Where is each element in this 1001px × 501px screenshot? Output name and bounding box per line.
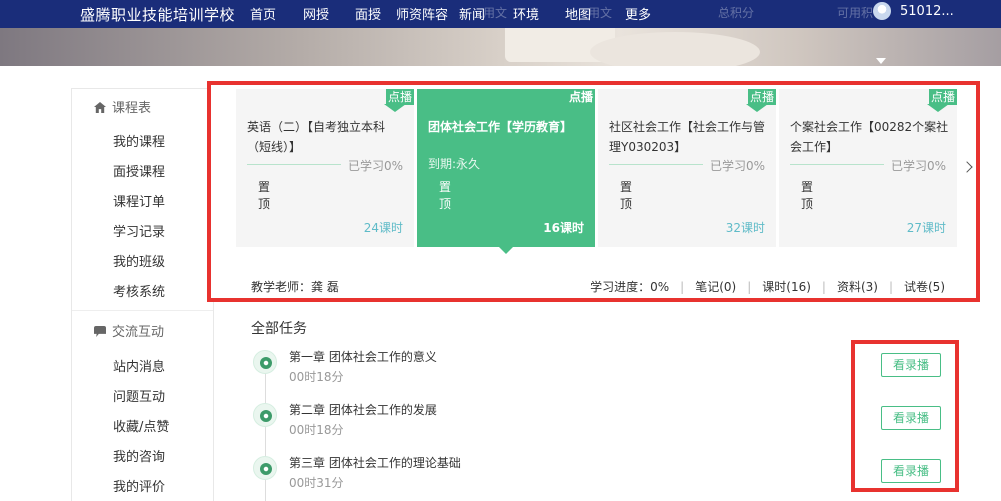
sidebar-section-interaction[interactable]: 交流互动 xyxy=(94,321,164,340)
active-pointer-icon xyxy=(499,247,513,254)
video-icon xyxy=(253,350,277,374)
pin-top-button[interactable]: 置顶 xyxy=(439,179,453,213)
notes-link[interactable]: 笔记(0) xyxy=(695,278,736,295)
course-card[interactable]: 点播 社区社会工作【社会工作与管理Y030203】 已学习0% 置顶 32课时 xyxy=(598,89,776,247)
sidebar: 课程表 我的课程 面授课程 课程订单 学习记录 我的班级 考核系统 交流互动 站… xyxy=(71,88,214,501)
tasks-title: 全部任务 xyxy=(251,321,307,337)
sidebar-section-courses[interactable]: 课程表 xyxy=(94,97,151,116)
sidebar-item-favorites[interactable]: 收藏/点赞 xyxy=(113,416,169,435)
total-points-label: 总积分 xyxy=(718,6,755,20)
avatar[interactable] xyxy=(873,2,891,20)
watch-replay-button[interactable]: 看录播 xyxy=(881,353,941,377)
available-points-label: 可用积 xyxy=(837,6,874,20)
task-title[interactable]: 第一章 团体社会工作的意义 xyxy=(289,348,437,365)
course-hours: 16课时 xyxy=(543,221,584,235)
sidebar-item-reviews[interactable]: 我的评价 xyxy=(113,476,165,495)
task-title[interactable]: 第二章 团体社会工作的发展 xyxy=(289,401,437,418)
task-duration: 00时31分 xyxy=(289,476,344,490)
course-title: 团体社会工作【学历教育】 xyxy=(428,120,573,134)
task-title[interactable]: 第三章 团体社会工作的理论基础 xyxy=(289,454,461,471)
watch-replay-button[interactable]: 看录播 xyxy=(881,459,941,483)
course-stats: 学习进度：0% | 笔记(0) | 课时(16) | 资料(3) | 试卷(5) xyxy=(590,278,945,295)
course-hours: 32课时 xyxy=(725,221,765,235)
task-duration: 00时18分 xyxy=(289,370,344,384)
lessons-link[interactable]: 课时(16) xyxy=(762,278,811,295)
course-hours: 24课时 xyxy=(363,221,403,235)
home-icon xyxy=(94,102,106,113)
chevron-right-icon[interactable] xyxy=(961,161,973,173)
user-id[interactable]: 51012... xyxy=(900,4,954,19)
divider: | xyxy=(747,280,752,294)
vod-tag: 点播 xyxy=(385,89,414,105)
pin-top-button[interactable]: 置顶 xyxy=(620,179,634,213)
watch-replay-button[interactable]: 看录播 xyxy=(881,406,941,430)
sidebar-item-face-courses[interactable]: 面授课程 xyxy=(113,161,165,180)
divider: | xyxy=(821,280,826,294)
course-title: 个案社会工作【00282个案社会工作】 xyxy=(790,120,949,154)
nav-face-to-face[interactable]: 面授 xyxy=(355,4,381,23)
progress-bar xyxy=(609,164,703,165)
course-card[interactable]: 点播 个案社会工作【00282个案社会工作】 已学习0% 置顶 27课时 xyxy=(779,89,957,247)
nav-online[interactable]: 网授 xyxy=(303,4,329,23)
progress-bar xyxy=(790,164,884,165)
bookmark-icon xyxy=(927,104,949,112)
nav-teachers[interactable]: 师资阵容 xyxy=(396,4,448,23)
vod-tag: 点播 xyxy=(568,90,593,104)
course-hours: 27课时 xyxy=(906,221,946,235)
sidebar-item-exam-system[interactable]: 考核系统 xyxy=(113,281,165,300)
sidebar-item-messages[interactable]: 站内消息 xyxy=(113,356,165,375)
course-panel: 点播 英语（二）【自考独立本科（短线）】 已学习0% 置顶 24课时 点播 团体… xyxy=(207,81,980,302)
course-title: 社区社会工作【社会工作与管理Y030203】 xyxy=(609,120,766,154)
course-card[interactable]: 点播 英语（二）【自考独立本科（短线）】 已学习0% 置顶 24课时 xyxy=(236,89,414,247)
nav-more[interactable]: 更多 xyxy=(625,4,651,23)
bookmark-icon xyxy=(746,104,768,112)
video-icon xyxy=(253,403,277,427)
chat-icon xyxy=(94,326,106,337)
bookmark-icon xyxy=(384,104,406,112)
overlay-text-2: 用文 xyxy=(588,6,613,20)
dropdown-caret-icon[interactable] xyxy=(876,58,886,64)
papers-link[interactable]: 试卷(5) xyxy=(904,278,945,295)
sidebar-item-orders[interactable]: 课程订单 xyxy=(113,191,165,210)
replay-buttons-panel: 看录播 看录播 看录播 xyxy=(851,340,959,492)
pin-top-button[interactable]: 置顶 xyxy=(801,179,815,213)
banner-cup-image xyxy=(590,32,760,66)
task-duration: 00时18分 xyxy=(289,423,344,437)
sidebar-divider xyxy=(72,310,213,311)
sidebar-item-study-records[interactable]: 学习记录 xyxy=(113,221,165,240)
sidebar-section-label: 课程表 xyxy=(112,101,152,116)
nav-home[interactable]: 首页 xyxy=(250,4,276,23)
divider: | xyxy=(888,280,893,294)
divider: | xyxy=(680,280,685,294)
pin-top-button[interactable]: 置顶 xyxy=(258,179,272,213)
sidebar-item-my-class[interactable]: 我的班级 xyxy=(113,251,165,270)
course-title: 英语（二）【自考独立本科（短线）】 xyxy=(247,120,386,154)
sidebar-item-questions[interactable]: 问题互动 xyxy=(113,386,165,405)
materials-link[interactable]: 资料(3) xyxy=(837,278,878,295)
top-nav-bar: 盛腾职业技能培训学校 首页 网授 面授 师资阵容 新闻 用文 环境 地图 用文 … xyxy=(0,0,1001,28)
vod-tag: 点播 xyxy=(747,89,776,105)
sidebar-item-my-courses[interactable]: 我的课程 xyxy=(113,131,165,150)
expire-text: 到期:永久 xyxy=(428,157,481,171)
teacher-name: 教学老师：龚 磊 xyxy=(251,280,339,294)
nav-environment[interactable]: 环境 xyxy=(513,4,539,23)
progress-text: 已学习0% xyxy=(347,159,403,173)
study-progress: 学习进度：0% xyxy=(590,280,670,294)
video-icon xyxy=(253,456,277,480)
sidebar-item-consultations[interactable]: 我的咨询 xyxy=(113,446,165,465)
school-name[interactable]: 盛腾职业技能培训学校 xyxy=(80,4,235,25)
sidebar-section-label: 交流互动 xyxy=(112,325,165,340)
nav-news[interactable]: 新闻 xyxy=(459,4,485,23)
overlay-text-1: 用文 xyxy=(483,6,508,20)
progress-bar xyxy=(247,164,341,165)
progress-text: 已学习0% xyxy=(709,159,765,173)
course-card-active[interactable]: 点播 团体社会工作【学历教育】 到期:永久 置顶 16课时 xyxy=(417,89,595,254)
progress-text: 已学习0% xyxy=(890,159,946,173)
course-cards: 点播 英语（二）【自考独立本科（短线）】 已学习0% 置顶 24课时 点播 团体… xyxy=(236,89,961,254)
vod-tag: 点播 xyxy=(928,89,957,105)
header-banner xyxy=(0,28,1001,66)
